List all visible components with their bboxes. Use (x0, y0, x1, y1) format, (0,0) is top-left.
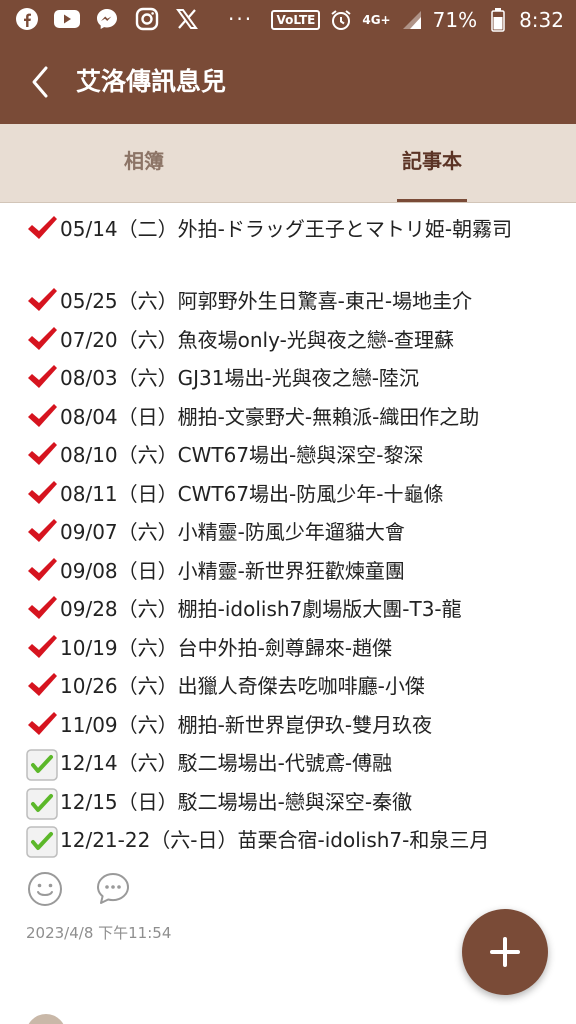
list-item: 08/03（六）GJ31場出-光與夜之戀-陸沉 (26, 361, 566, 400)
list-item: 05/25（六）阿郭野外生日驚喜-東卍-場地圭介 (26, 284, 566, 323)
red-checkmark-icon (26, 361, 60, 395)
red-checkmark-icon (26, 438, 60, 472)
red-checkmark-icon (26, 592, 60, 626)
battery-icon (485, 7, 511, 33)
entry-list: 05/14（二）外拍-ドラッグ王子とマトリ姫-朝霧司 05/25（六）阿郭野外生日… (26, 212, 566, 862)
avatar[interactable] (26, 1014, 66, 1024)
x-icon (174, 6, 200, 32)
post-timestamp: 2023/4/8 下午11:54 (26, 924, 172, 942)
list-item: 08/10（六）CWT67場出-戀與深空-黎深 (26, 438, 566, 477)
entry-text: 08/04（日）棚拍-文豪野犬-無賴派-織田作之助 (60, 404, 480, 429)
back-button[interactable] (22, 62, 58, 102)
entry-text: 08/03（六）GJ31場出-光與夜之戀-陸沉 (60, 366, 419, 390)
list-item: 05/14（二）外拍-ドラッグ王子とマトリ姫-朝霧司 (26, 212, 566, 284)
red-checkmark-icon (26, 554, 60, 588)
entry-text: 07/20（六）魚夜場only-光與夜之戀-查理蘇 (60, 327, 455, 352)
clock: 8:32 (519, 8, 564, 32)
red-checkmark-icon (26, 631, 60, 665)
red-checkmark-icon (26, 708, 60, 742)
list-item: 11/09（六）棚拍-新世界崑伊玖-雙月玖夜 (26, 708, 566, 747)
entry-text: 10/26（六）出獵人奇傑去吃咖啡廳-小傑 (60, 674, 425, 698)
list-item: 09/08（日）小精靈-新世界狂歡煉童團 (26, 554, 566, 593)
list-item: 10/26（六）出獵人奇傑去吃咖啡廳-小傑 (26, 669, 566, 708)
tab-bar: 相簿 記事本 (0, 124, 576, 203)
list-item: 10/19（六）台中外拍-劍尊歸來-趙傑 (26, 631, 566, 670)
more-notifications: ··· (228, 7, 254, 31)
list-item: 12/21-22（六-日）苗栗合宿-idolish7-和泉三月 (26, 823, 566, 862)
list-item: 09/28（六）棚拍-idolish7劇場版大團-T3-龍 (26, 592, 566, 631)
green-checkbox-icon (26, 746, 60, 781)
instagram-icon (134, 6, 160, 32)
signal-icon (399, 7, 425, 33)
entry-text: 11/09（六）棚拍-新世界崑伊玖-雙月玖夜 (60, 712, 433, 737)
list-item: 12/14（六）駁二場場出-代號鳶-傅融 (26, 746, 566, 785)
list-item: 09/07（六）小精靈-防風少年遛貓大會 (26, 515, 566, 554)
post-actions (26, 870, 132, 908)
alarm-icon (328, 7, 354, 33)
red-checkmark-icon (26, 284, 60, 318)
add-post-button[interactable] (462, 909, 548, 995)
comment-icon[interactable] (94, 870, 132, 908)
messenger-icon (94, 6, 120, 32)
note-content[interactable]: 05/14（二）外拍-ドラッグ王子とマトリ姫-朝霧司 05/25（六）阿郭野外生日… (0, 202, 576, 1024)
entry-text: 09/08（日）小精靈-新世界狂歡煉童團 (60, 558, 405, 583)
red-checkmark-icon (26, 212, 60, 246)
battery-percent: 71% (432, 8, 478, 32)
entry-text: 08/11（日）CWT67場出-防風少年-十龜條 (60, 481, 444, 506)
entry-text: 09/28（六）棚拍-idolish7劇場版大團-T3-龍 (60, 597, 462, 621)
red-checkmark-icon (26, 400, 60, 434)
entry-text: 12/14（六）駁二場場出-代號鳶-傅融 (60, 751, 393, 775)
tab-album[interactable]: 相簿 (0, 124, 288, 202)
entry-text: 10/19（六）台中外拍-劍尊歸來-趙傑 (60, 635, 393, 660)
list-item: 12/15（日）駁二場場出-戀與深空-秦徹 (26, 785, 566, 824)
red-checkmark-icon (26, 669, 60, 703)
facebook-icon (14, 6, 40, 32)
red-checkmark-icon (26, 515, 60, 549)
entry-text: 08/10（六）CWT67場出-戀與深空-黎深 (60, 443, 424, 467)
volte-badge: VoLTE (271, 10, 321, 30)
list-item: 08/11（日）CWT67場出-防風少年-十龜條 (26, 477, 566, 516)
back-arrow-icon (32, 66, 48, 98)
entry-text: 09/07（六）小精靈-防風少年遛貓大會 (60, 520, 405, 544)
list-item: 08/04（日）棚拍-文豪野犬-無賴派-織田作之助 (26, 400, 566, 439)
entry-text: 05/14（二）外拍-ドラッグ王子とマトリ姫-朝霧司 (60, 217, 513, 241)
page-title: 艾洛傳訊息兒 (76, 67, 227, 96)
smiley-icon[interactable] (26, 870, 64, 908)
tab-notes[interactable]: 記事本 (288, 124, 576, 202)
red-checkmark-icon (26, 477, 60, 511)
youtube-icon (54, 6, 80, 32)
entry-text: 05/25（六）阿郭野外生日驚喜-東卍-場地圭介 (60, 289, 473, 313)
red-checkmark-icon (26, 323, 60, 357)
green-checkbox-icon (26, 823, 60, 858)
entry-text: 12/21-22（六-日）苗栗合宿-idolish7-和泉三月 (60, 828, 490, 852)
green-checkbox-icon (26, 785, 60, 820)
list-item: 07/20（六）魚夜場only-光與夜之戀-查理蘇 (26, 323, 566, 362)
entry-text: 12/15（日）駁二場場出-戀與深空-秦徹 (60, 789, 413, 814)
app-bar: 艾洛傳訊息兒 (0, 40, 576, 124)
status-bar: ··· VoLTE 4G+ 71% 8:32 (0, 0, 576, 40)
network-type: 4G+ (362, 13, 391, 27)
